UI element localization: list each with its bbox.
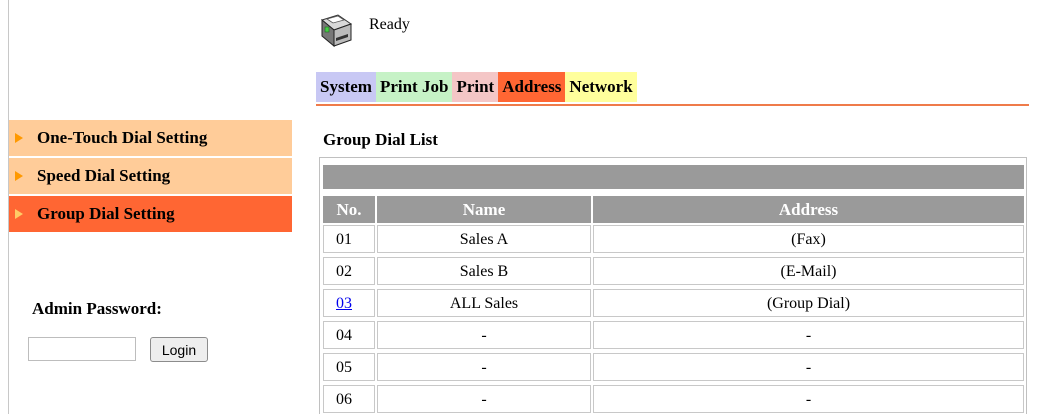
main-tabs: System Print Job Print Address Network — [316, 72, 637, 102]
tab-system[interactable]: System — [316, 72, 376, 102]
sidebar-item-group-dial[interactable]: Group Dial Setting — [9, 196, 292, 232]
printer-ready-icon — [320, 14, 353, 48]
page-title: Group Dial List — [323, 130, 438, 149]
row-name: - — [377, 353, 591, 381]
table-caption-bar — [323, 165, 1024, 189]
row-address: (E-Mail) — [593, 257, 1024, 285]
arrow-right-icon — [15, 209, 23, 219]
row-name: Sales A — [377, 225, 591, 253]
login-button[interactable]: Login — [150, 337, 208, 362]
row-number: 04 — [323, 321, 375, 349]
sidebar-item-speed-dial[interactable]: Speed Dial Setting — [9, 158, 292, 194]
row-address: - — [593, 321, 1024, 349]
row-number: 06 — [323, 385, 375, 413]
row-name: Sales B — [377, 257, 591, 285]
tab-underline — [316, 104, 1029, 106]
tab-print[interactable]: Print — [452, 72, 499, 102]
arrow-right-icon — [15, 133, 23, 143]
row-number: 01 — [323, 225, 375, 253]
status-text: Ready — [369, 16, 410, 33]
row-address: (Group Dial) — [593, 289, 1024, 317]
row-number-cell: 03 — [323, 289, 375, 317]
sidebar-item-label: One-Touch Dial Setting — [37, 128, 208, 147]
row-number: 02 — [323, 257, 375, 285]
row-number-link[interactable]: 03 — [336, 295, 352, 312]
row-name: - — [377, 385, 591, 413]
column-header-no: No. — [323, 196, 375, 223]
row-address: (Fax) — [593, 225, 1024, 253]
sidebar-item-one-touch-dial[interactable]: One-Touch Dial Setting — [9, 120, 292, 156]
row-name: - — [377, 321, 591, 349]
row-address: - — [593, 385, 1024, 413]
sidebar-item-label: Speed Dial Setting — [37, 166, 171, 185]
arrow-right-icon — [15, 171, 23, 181]
tab-print-job[interactable]: Print Job — [375, 72, 453, 102]
tab-address[interactable]: Address — [498, 72, 566, 102]
tab-network[interactable]: Network — [565, 72, 637, 102]
group-dial-table: No. Name Address 01 Sales A (Fax) 02 Sal… — [319, 157, 1027, 414]
admin-password-input[interactable] — [28, 337, 136, 361]
row-number: 05 — [323, 353, 375, 381]
row-address: - — [593, 353, 1024, 381]
column-header-name: Name — [377, 196, 591, 223]
sidebar-item-label: Group Dial Setting — [37, 204, 175, 223]
row-name: ALL Sales — [377, 289, 591, 317]
admin-password-label: Admin Password: — [32, 299, 162, 318]
column-header-address: Address — [593, 196, 1024, 223]
sidebar-menu: One-Touch Dial Setting Speed Dial Settin… — [9, 120, 292, 234]
